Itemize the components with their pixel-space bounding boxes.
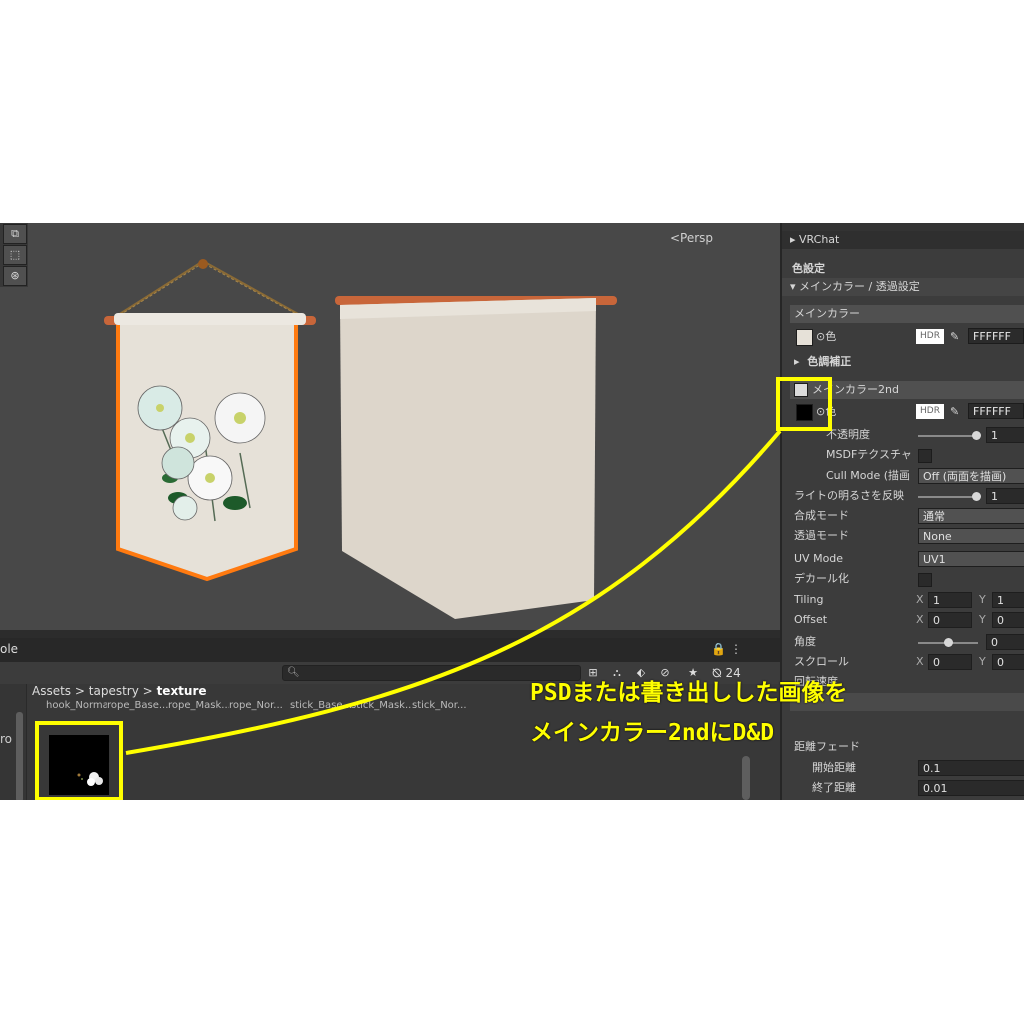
- color-correction-foldout[interactable]: ▸ 色調補正: [794, 353, 851, 371]
- vrchat-foldout[interactable]: ▸ VRChat: [782, 231, 1024, 249]
- texture-preview: [77, 772, 103, 786]
- texture-thumbnail[interactable]: [49, 735, 109, 795]
- fade-end-label: 終了距離: [812, 781, 856, 794]
- hex-2nd-field[interactable]: FFFFFF: [968, 403, 1024, 419]
- asset-label[interactable]: stick_Base...: [290, 700, 351, 711]
- highlight-texture-asset: [35, 721, 123, 800]
- asset-label[interactable]: stick_Nor...: [412, 700, 473, 711]
- project-scrollbar[interactable]: [742, 756, 750, 800]
- y-axis-label: Y: [979, 655, 986, 668]
- left-rod-sleeve: [114, 313, 306, 325]
- fade-start-field[interactable]: 0.1: [918, 760, 1024, 776]
- asset-label[interactable]: stick_Mask...: [351, 700, 412, 711]
- main-color-section: メインカラー: [790, 305, 1024, 323]
- blend-mode-label: 合成モード: [794, 509, 849, 522]
- breadcrumb-assets[interactable]: Assets: [32, 684, 71, 698]
- asset-label[interactable]: rope_Nor...: [229, 700, 290, 711]
- light-slider[interactable]: [918, 496, 978, 498]
- decal-checkbox[interactable]: [918, 573, 932, 587]
- inspector-panel: ▸ VRChat 色設定 ▾ メインカラー / 透過設定 メインカラー ⊙色 H…: [780, 223, 1024, 800]
- project-tab-bar: ole 🔒 ⋮: [0, 638, 780, 662]
- asset-label[interactable]: rope_Base...: [107, 700, 168, 711]
- hdr-button[interactable]: HDR: [916, 329, 944, 344]
- color-settings-heading: 色設定: [792, 262, 825, 275]
- main-hex-field[interactable]: FFFFFF: [968, 328, 1024, 344]
- annotation-text-line1: PSDまたは書き出しした画像を: [530, 680, 848, 706]
- cull-mode-label: Cull Mode (描画: [826, 469, 911, 482]
- opacity-slider-knob[interactable]: [972, 431, 981, 440]
- foldout-arrow-icon: ▾: [790, 280, 796, 293]
- rope: [117, 259, 301, 316]
- opacity-slider[interactable]: [918, 435, 978, 437]
- decal-label: デカール化: [794, 572, 849, 585]
- blank-tapestry: [340, 298, 596, 619]
- y-axis-label: Y: [979, 593, 986, 606]
- angle-slider-knob[interactable]: [944, 638, 953, 647]
- light-slider-knob[interactable]: [972, 492, 981, 501]
- folder-tree[interactable]: ro: [0, 684, 27, 800]
- unity-editor-screenshot: ⧉ ⬚ ⊛ <Persp ole 🔒 ⋮ 🔍︎ ⊞ ⛬ ⬖ ⊘ ★ ⦰ 24 r…: [0, 223, 1024, 800]
- asset-label[interactable]: rope_Mask...: [168, 700, 229, 711]
- y-axis-label: Y: [979, 613, 986, 626]
- eyedropper-icon[interactable]: ✎: [950, 328, 959, 346]
- light-field[interactable]: 1: [986, 488, 1024, 504]
- tiling-x-field[interactable]: 1: [928, 592, 972, 608]
- scroll-label: スクロール: [794, 655, 849, 668]
- distance-fade-label: 距離フェード: [794, 740, 860, 753]
- breadcrumb-tapestry[interactable]: tapestry: [89, 684, 139, 698]
- transparency-mode-dropdown[interactable]: None: [918, 528, 1024, 544]
- cull-mode-dropdown[interactable]: Off (両面を描画): [918, 468, 1024, 484]
- uv-mode-label: UV Mode: [794, 552, 844, 565]
- annotation-text-line2: メインカラー2ndにD&D: [530, 720, 775, 746]
- tree-item-text[interactable]: ro: [0, 732, 12, 746]
- scroll-x-field[interactable]: 0: [928, 654, 972, 670]
- fade-start-label: 開始距離: [812, 761, 856, 774]
- blend-mode-dropdown[interactable]: 通常: [918, 508, 1024, 524]
- offset-label: Offset: [794, 613, 828, 626]
- x-axis-label: X: [916, 655, 924, 668]
- tree-scrollbar[interactable]: [16, 712, 23, 800]
- scroll-y-field[interactable]: 0: [992, 654, 1024, 670]
- main-color-label: ⊙色: [816, 330, 837, 343]
- tiling-label: Tiling: [794, 593, 824, 606]
- scene-view[interactable]: ⧉ ⬚ ⊛ <Persp: [0, 223, 780, 638]
- fade-end-field[interactable]: 0.01: [918, 780, 1024, 796]
- console-tab-label[interactable]: ole: [0, 642, 18, 656]
- asset-grid-labels: hook_Normalrope_Base...rope_Mask...rope_…: [46, 700, 566, 714]
- transparency-mode-label: 透過モード: [794, 529, 849, 542]
- x-axis-label: X: [916, 593, 924, 606]
- search-icon: 🔍︎: [287, 667, 300, 678]
- breadcrumb: Assets > tapestry > texture: [32, 684, 207, 698]
- angle-label: 角度: [794, 635, 816, 648]
- opacity-label: 不透明度: [826, 428, 870, 441]
- msdf-label: MSDFテクスチャ: [826, 448, 912, 461]
- breadcrumb-texture[interactable]: texture: [157, 684, 207, 698]
- light-label: ライトの明るさを反映: [794, 489, 904, 502]
- asset-label[interactable]: hook_Normal: [46, 700, 107, 711]
- main-color-swatch[interactable]: [796, 329, 813, 346]
- highlight-main-color-2nd-slot: [776, 377, 832, 431]
- tiling-y-field[interactable]: 1: [992, 592, 1024, 608]
- main-color-transparency-foldout[interactable]: ▾ メインカラー / 透過設定: [782, 278, 1024, 296]
- offset-y-field[interactable]: 0: [992, 612, 1024, 628]
- msdf-checkbox[interactable]: [918, 449, 932, 463]
- kebab-menu-icon[interactable]: ⋮: [730, 642, 742, 656]
- opacity-field[interactable]: 1: [986, 427, 1024, 443]
- angle-field[interactable]: 0: [986, 634, 1024, 650]
- eyedropper-icon[interactable]: ✎: [950, 403, 959, 421]
- foldout-arrow-icon: ▸: [790, 233, 796, 246]
- rope-twist: [119, 262, 299, 316]
- hook: [198, 259, 208, 269]
- scene-canvas: [0, 259, 780, 638]
- foldout-arrow-icon: ▸: [794, 355, 800, 368]
- lock-icon[interactable]: 🔒: [711, 642, 726, 656]
- hdr-button-2nd[interactable]: HDR: [916, 404, 944, 419]
- tab-icons: 🔒 ⋮: [711, 642, 742, 656]
- offset-x-field[interactable]: 0: [928, 612, 972, 628]
- x-axis-label: X: [916, 613, 924, 626]
- uv-mode-dropdown[interactable]: UV1: [918, 551, 1024, 567]
